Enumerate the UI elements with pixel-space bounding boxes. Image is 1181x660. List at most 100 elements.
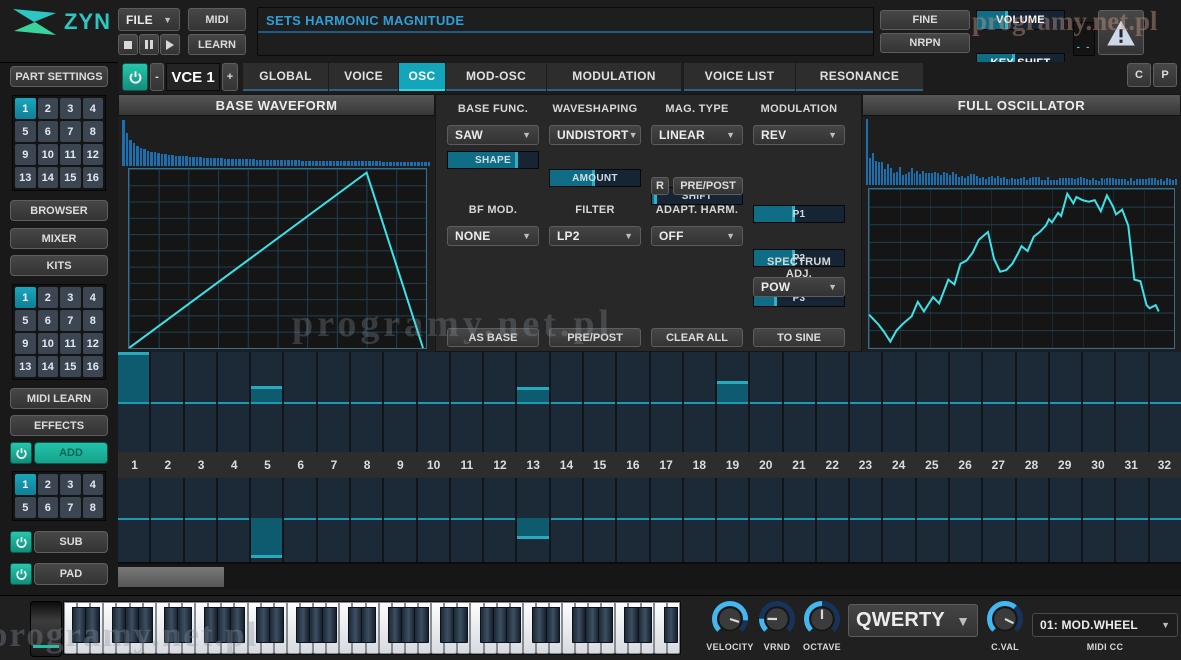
harmonic-magnitude-26[interactable] — [950, 352, 983, 452]
midi-learn-button[interactable]: MIDI LEARN — [10, 388, 108, 409]
voice-power-button[interactable] — [122, 63, 148, 91]
add-engine-button[interactable]: ADD — [34, 442, 108, 464]
filter-prepost-button[interactable]: PRE/POST — [549, 328, 641, 347]
black-key[interactable] — [532, 607, 547, 643]
harmonic-phase-30[interactable] — [1083, 478, 1116, 562]
harmonic-magnitude-20[interactable] — [750, 352, 783, 452]
harmonic-magnitude-18[interactable] — [684, 352, 717, 452]
nrpn-button[interactable]: NRPN — [880, 33, 970, 53]
harmonic-magnitude-4[interactable] — [218, 352, 251, 452]
harmonic-phase-4[interactable] — [218, 478, 251, 562]
sub-engine-button[interactable]: SUB — [34, 531, 108, 553]
mag-prepost-button[interactable]: PRE/POST — [673, 177, 743, 195]
learn-button[interactable]: LEARN — [188, 34, 246, 55]
grid-cell-10[interactable]: 10 — [38, 144, 59, 165]
grid-cell-9[interactable]: 9 — [15, 333, 36, 354]
black-key[interactable] — [598, 607, 613, 643]
volume-slider[interactable]: VOLUME — [976, 10, 1065, 30]
harmonic-magnitude-31[interactable] — [1116, 352, 1149, 452]
grid-cell-13[interactable]: 13 — [15, 167, 36, 188]
keyboard-layout-select[interactable]: QWERTY▼ — [848, 604, 978, 637]
sub-power-button[interactable] — [10, 531, 32, 553]
grid-cell-2[interactable]: 2 — [38, 287, 59, 308]
grid-cell-9[interactable]: 9 — [15, 144, 36, 165]
harmonic-phase-21[interactable] — [784, 478, 817, 562]
shape-slider[interactable]: SHAPE — [447, 151, 539, 169]
tab-voice[interactable]: VOICE — [329, 63, 398, 91]
harmonic-magnitude-25[interactable] — [917, 352, 950, 452]
harmonic-phase-8[interactable] — [351, 478, 384, 562]
harmonic-phase-32[interactable] — [1150, 478, 1181, 562]
harmonic-phase-6[interactable] — [284, 478, 317, 562]
harmonic-magnitude-6[interactable] — [284, 352, 317, 452]
grid-cell-7[interactable]: 7 — [60, 310, 81, 331]
grid-cell-4[interactable]: 4 — [83, 98, 104, 119]
harmonic-magnitude-3[interactable] — [185, 352, 218, 452]
vrnd-knob[interactable] — [756, 598, 798, 640]
harmonic-phase-19[interactable] — [717, 478, 750, 562]
play-button[interactable] — [160, 34, 180, 55]
harmonic-magnitude-22[interactable] — [817, 352, 850, 452]
grid-cell-6[interactable]: 6 — [38, 121, 59, 142]
velocity-knob[interactable] — [709, 598, 751, 640]
grid-cell-11[interactable]: 11 — [60, 144, 81, 165]
grid-cell-15[interactable]: 15 — [60, 167, 81, 188]
harmonic-magnitude-32[interactable] — [1150, 352, 1181, 452]
harmonic-phase-16[interactable] — [617, 478, 650, 562]
grid-cell-2[interactable]: 2 — [38, 474, 59, 495]
mixer-button[interactable]: MIXER — [10, 228, 108, 249]
harmonic-phase-2[interactable] — [151, 478, 184, 562]
grid-cell-4[interactable]: 4 — [83, 287, 104, 308]
harmonic-magnitude-29[interactable] — [1050, 352, 1083, 452]
harmonic-phase-1[interactable] — [118, 478, 151, 562]
grid-cell-15[interactable]: 15 — [60, 356, 81, 377]
tab-voice-list[interactable]: VOICE LIST — [684, 63, 795, 91]
part-settings-button[interactable]: PART SETTINGS — [10, 66, 108, 87]
grid-cell-5[interactable]: 5 — [15, 121, 36, 142]
black-key[interactable] — [177, 607, 192, 643]
harmonic-phase-10[interactable] — [418, 478, 451, 562]
harmonic-phase-7[interactable] — [318, 478, 351, 562]
harmonic-phase-9[interactable] — [384, 478, 417, 562]
harmonic-magnitude-24[interactable] — [883, 352, 916, 452]
harmonic-magnitude-12[interactable] — [484, 352, 517, 452]
harmonic-magnitude-5[interactable] — [251, 352, 284, 452]
tab-mod-osc[interactable]: MOD-OSC — [446, 63, 546, 91]
harmonic-magnitude-16[interactable] — [617, 352, 650, 452]
black-key[interactable] — [638, 607, 653, 643]
black-key[interactable] — [546, 607, 561, 643]
harmonic-phase-28[interactable] — [1017, 478, 1050, 562]
black-key[interactable] — [453, 607, 468, 643]
harmonic-phase-5[interactable] — [251, 478, 284, 562]
harmonic-magnitude-19[interactable] — [717, 352, 750, 452]
harmonic-phase-20[interactable] — [750, 478, 783, 562]
grid-cell-8[interactable]: 8 — [83, 121, 104, 142]
grid-cell-10[interactable]: 10 — [38, 333, 59, 354]
black-key[interactable] — [230, 607, 245, 643]
grid-cell-2[interactable]: 2 — [38, 98, 59, 119]
effects-button[interactable]: EFFECTS — [10, 415, 108, 436]
harmonic-phase-14[interactable] — [551, 478, 584, 562]
harmonic-magnitude-10[interactable] — [418, 352, 451, 452]
black-key[interactable] — [269, 607, 284, 643]
harmonic-magnitude-8[interactable] — [351, 352, 384, 452]
tab-modulation[interactable]: MODULATION — [547, 63, 681, 91]
grid-cell-12[interactable]: 12 — [83, 333, 104, 354]
grid-cell-6[interactable]: 6 — [38, 497, 59, 518]
file-menu-button[interactable]: FILE▼ — [118, 8, 180, 31]
add-power-button[interactable] — [10, 442, 32, 464]
grid-cell-12[interactable]: 12 — [83, 144, 104, 165]
harmonic-phase-31[interactable] — [1116, 478, 1149, 562]
harmonic-phase-13[interactable] — [517, 478, 550, 562]
black-key[interactable] — [506, 607, 521, 643]
copy-button[interactable]: C — [1127, 63, 1151, 87]
black-key[interactable] — [138, 607, 153, 643]
grid-cell-1[interactable]: 1 — [15, 287, 36, 308]
as-base-button[interactable]: AS BASE — [447, 328, 539, 347]
black-key[interactable] — [85, 607, 100, 643]
harmonic-magnitude-7[interactable] — [318, 352, 351, 452]
harmonic-phase-18[interactable] — [684, 478, 717, 562]
pause-button[interactable] — [139, 34, 159, 55]
harmonic-magnitude-1[interactable] — [118, 352, 151, 452]
spectrum-adj-select[interactable]: POW▼ — [753, 277, 845, 297]
